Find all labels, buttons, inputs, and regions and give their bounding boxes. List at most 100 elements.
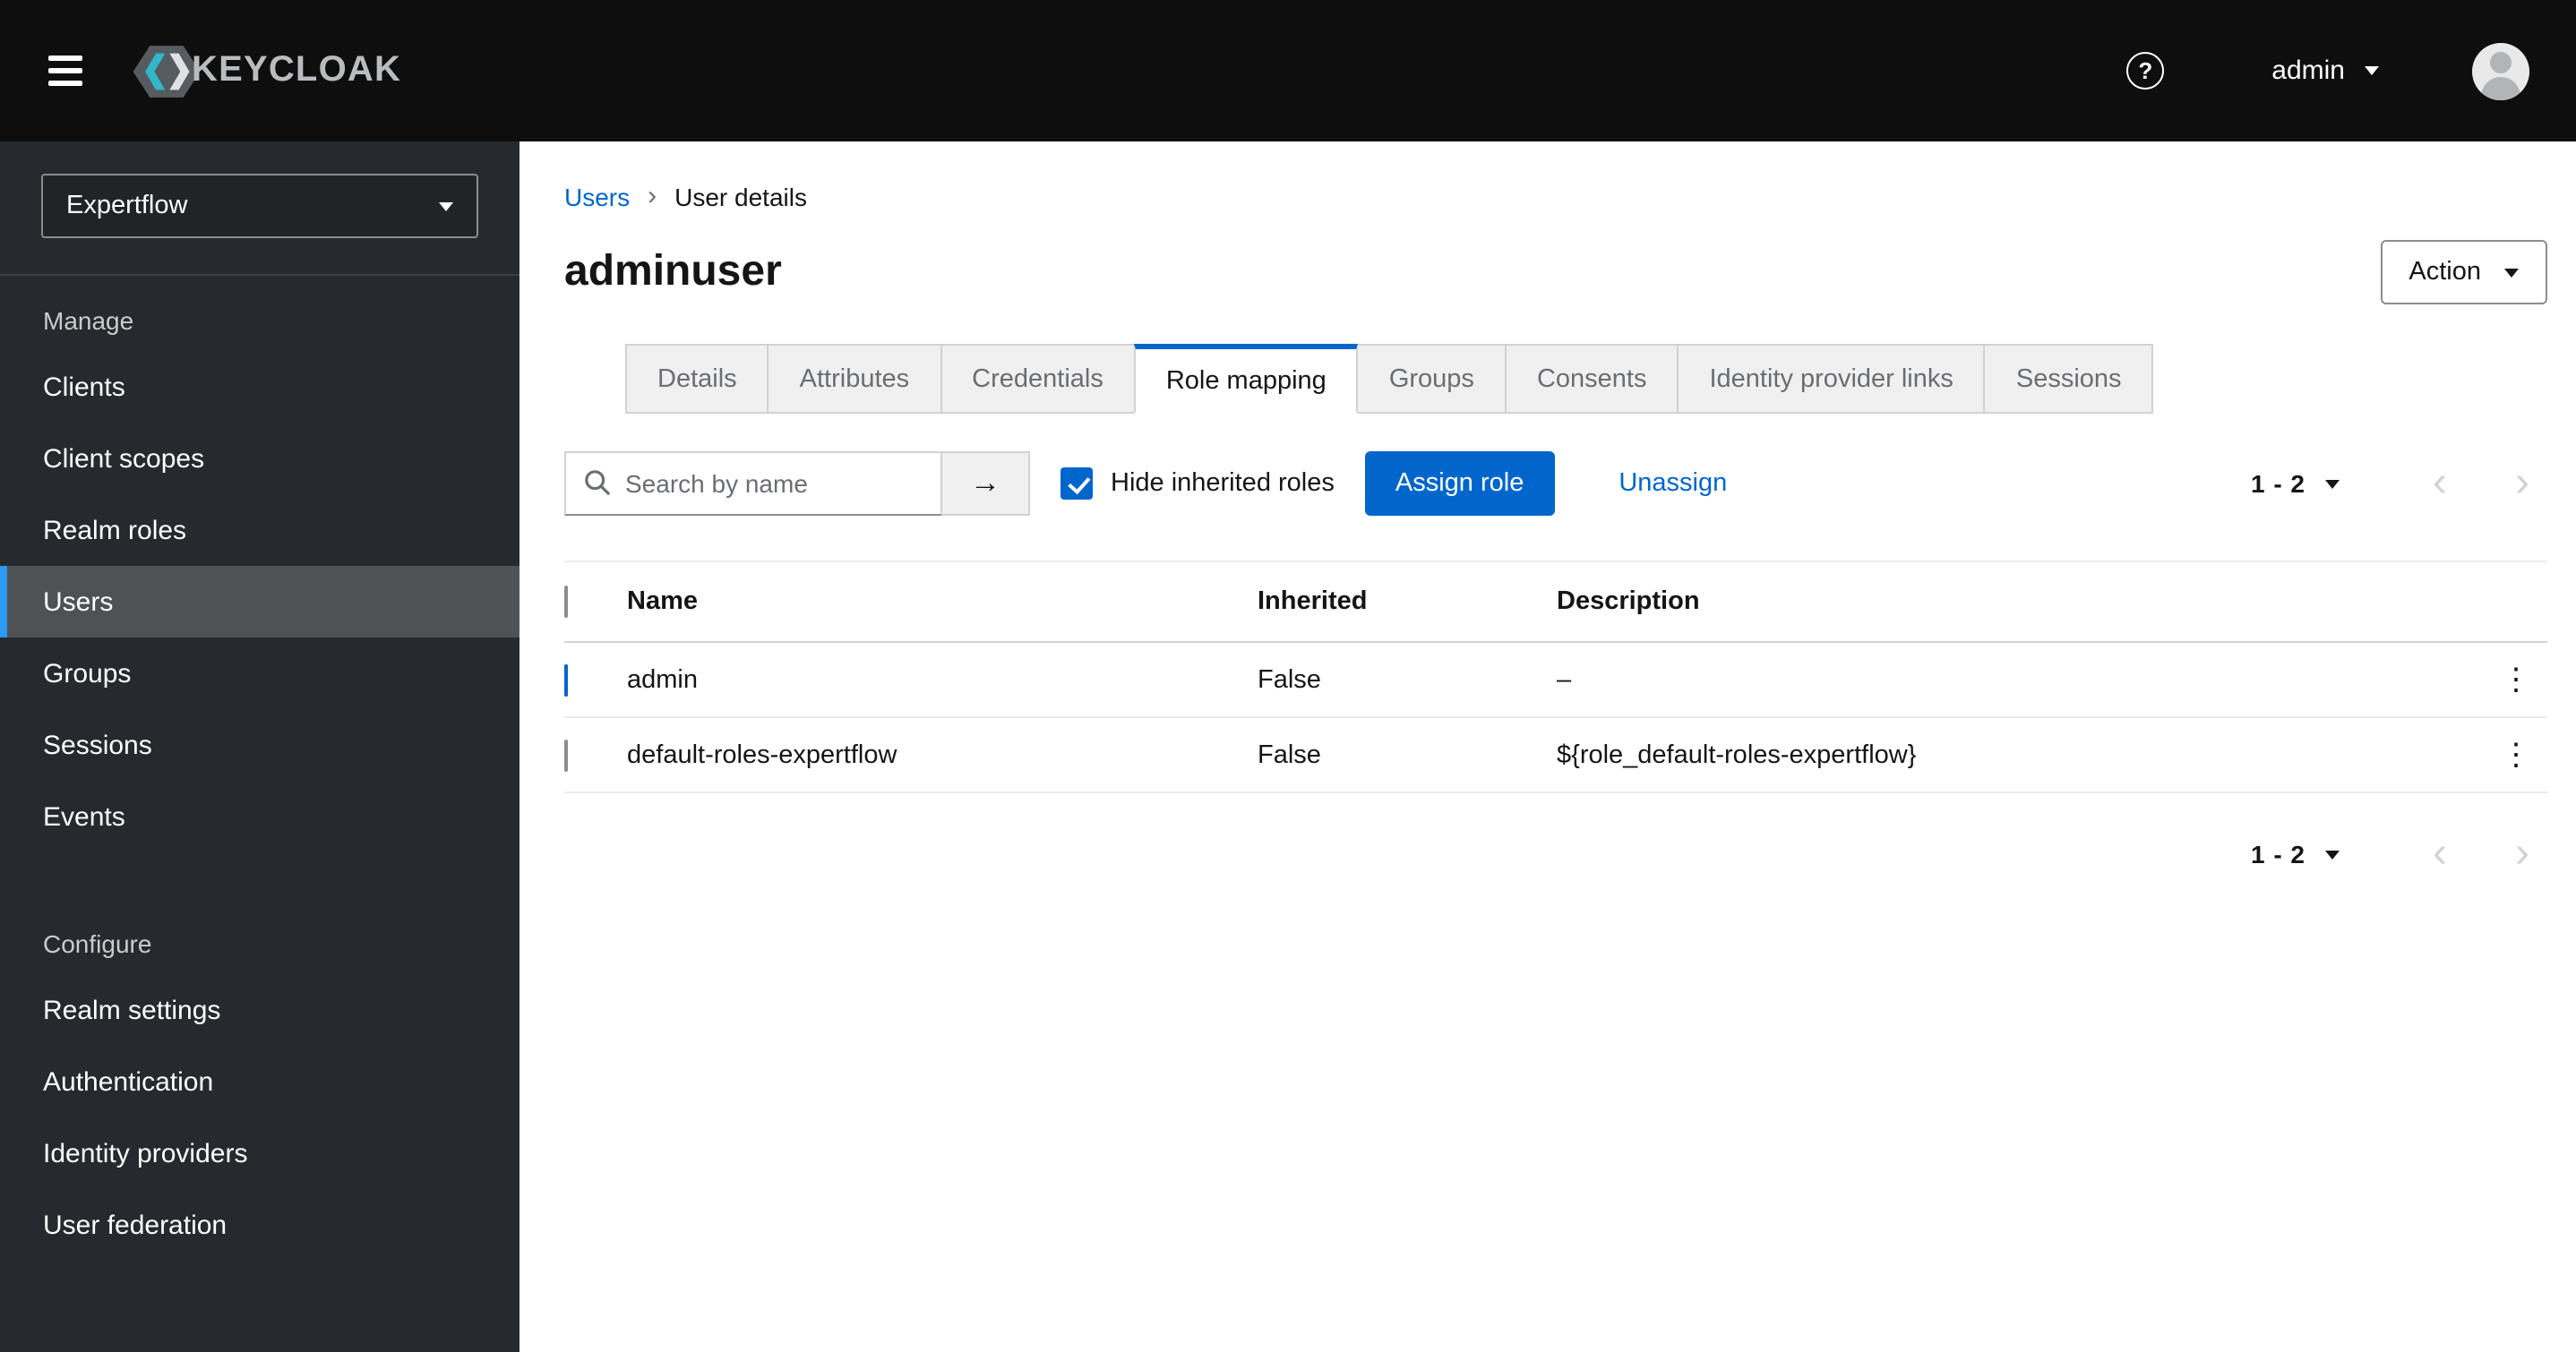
toolbar: → Hide inherited roles Assign role Unass…: [564, 451, 2547, 516]
breadcrumb-link-users[interactable]: Users: [564, 182, 630, 210]
sidebar-item-label: User federation: [43, 1210, 228, 1240]
tab-label: Details: [657, 364, 737, 393]
sidebar-item-users[interactable]: Users: [0, 566, 519, 637]
tab-label: Attributes: [799, 364, 910, 393]
pagination-range-label: 1 - 2: [2250, 840, 2306, 869]
hide-inherited-label: Hide inherited roles: [1111, 469, 1335, 498]
tab-sessions[interactable]: Sessions: [1983, 344, 2154, 414]
sidebar-item-client-scopes[interactable]: Client scopes: [0, 423, 519, 494]
sidebar-item-label: Users: [43, 586, 114, 617]
user-menu-label: admin: [2271, 56, 2345, 86]
role-name-cell: default-roles-expertflow: [627, 740, 897, 769]
nav-section-label-manage: Manage: [43, 306, 134, 335]
tab-identity-provider-links[interactable]: Identity provider links: [1677, 344, 1986, 414]
tab-consents[interactable]: Consents: [1504, 344, 1679, 414]
user-menu-button[interactable]: admin: [2271, 56, 2379, 86]
chevron-down-icon: [2325, 850, 2340, 859]
search-group: →: [564, 451, 1030, 516]
pagination-prev-button[interactable]: ‹: [2415, 832, 2465, 876]
tab-label: Identity provider links: [1709, 364, 1953, 393]
nav-section-label-configure: Configure: [43, 929, 152, 958]
sidebar-item-user-federation[interactable]: User federation: [0, 1189, 519, 1261]
nav-section-configure: Configure Realm settings Authentication …: [0, 899, 519, 1261]
row-actions-cell: ⋮: [2476, 661, 2547, 698]
tab-groups[interactable]: Groups: [1356, 344, 1507, 414]
tab-role-mapping[interactable]: Role mapping: [1133, 344, 1359, 414]
page-title: adminuser: [564, 247, 782, 295]
role-description-cell: ${role_default-roles-expertflow}: [1557, 740, 1917, 769]
sidebar-item-label: Clients: [43, 372, 125, 402]
pagination-range-label: 1 - 2: [2250, 469, 2306, 498]
realm-selector[interactable]: Expertflow: [41, 174, 478, 238]
sidebar-item-label: Client scopes: [43, 443, 205, 474]
pagination-next-button[interactable]: ›: [2497, 832, 2547, 876]
chevron-left-icon: ‹: [2433, 458, 2447, 507]
keycloak-logo: KEYCLOAK: [129, 40, 401, 101]
sidebar-item-groups[interactable]: Groups: [0, 637, 519, 709]
sidebar: Expertflow Manage Clients Client scopes …: [0, 141, 519, 1352]
sidebar-item-authentication[interactable]: Authentication: [0, 1046, 519, 1117]
sidebar-item-clients[interactable]: Clients: [0, 351, 519, 423]
realm-selector-value: Expertflow: [66, 192, 188, 220]
bottom-pagination: 1 - 2 ‹ ›: [564, 832, 2547, 876]
nav-section-manage: Manage Clients Client scopes Realm roles…: [0, 276, 519, 852]
row-checkbox[interactable]: [564, 663, 568, 696]
help-button[interactable]: ?: [2126, 52, 2165, 90]
nav-toggle-button[interactable]: [0, 0, 129, 141]
title-row: adminuser Action: [564, 240, 2547, 304]
column-header-inherited: Inherited: [1258, 587, 1368, 616]
row-check-cell: [564, 663, 627, 696]
action-dropdown-button[interactable]: Action: [2380, 240, 2547, 304]
hide-inherited-checkbox[interactable]: [1060, 467, 1093, 500]
hide-inherited-roles-control: Hide inherited roles: [1060, 467, 1335, 500]
assign-role-button[interactable]: Assign role: [1364, 451, 1555, 516]
chevron-right-icon: ›: [2515, 458, 2529, 507]
keycloak-admin-console: KEYCLOAK ? admin Expertflow Manage Clien…: [0, 0, 2576, 1352]
sidebar-item-events[interactable]: Events: [0, 781, 519, 852]
action-dropdown-label: Action: [2409, 258, 2481, 287]
arrow-right-icon: →: [970, 466, 1000, 500]
pagination-prev-button[interactable]: ‹: [2415, 461, 2465, 505]
row-checkbox[interactable]: [564, 739, 568, 771]
pagination-range-dropdown[interactable]: 1 - 2: [2251, 469, 2340, 498]
sidebar-item-label: Authentication: [43, 1066, 214, 1097]
tab-attributes[interactable]: Attributes: [767, 344, 942, 414]
search-input[interactable]: [564, 451, 942, 516]
sidebar-item-realm-roles[interactable]: Realm roles: [0, 494, 519, 566]
column-header-name: Name: [627, 587, 698, 616]
avatar[interactable]: [2472, 42, 2529, 99]
tab-credentials[interactable]: Credentials: [940, 344, 1136, 414]
tab-label: Sessions: [2015, 364, 2122, 393]
sidebar-item-realm-settings[interactable]: Realm settings: [0, 974, 519, 1046]
masthead: KEYCLOAK ? admin: [0, 0, 2576, 141]
select-all-cell: [564, 586, 627, 618]
search-submit-button[interactable]: →: [942, 451, 1030, 516]
unassign-link[interactable]: Unassign: [1619, 469, 1727, 498]
chevron-down-icon: [2365, 66, 2379, 75]
pagination-next-button[interactable]: ›: [2497, 461, 2547, 505]
role-inherited-cell: False: [1258, 740, 1321, 769]
tab-label: Role mapping: [1165, 366, 1327, 395]
tab-details[interactable]: Details: [625, 344, 769, 414]
column-header-description: Description: [1557, 587, 1700, 616]
select-all-checkbox[interactable]: [564, 586, 568, 618]
tab-label: Groups: [1388, 364, 1474, 393]
pagination-range-dropdown[interactable]: 1 - 2: [2251, 840, 2340, 869]
masthead-right: ? admin: [2126, 42, 2529, 99]
breadcrumb-current: User details: [674, 182, 807, 210]
sidebar-item-label: Identity providers: [43, 1138, 248, 1168]
breadcrumb: Users › User details: [564, 181, 2547, 211]
row-kebab-button[interactable]: ⋮: [2485, 736, 2547, 774]
sidebar-item-label: Realm settings: [43, 995, 221, 1025]
sidebar-item-sessions[interactable]: Sessions: [0, 709, 519, 781]
chevron-right-icon: ›: [2515, 829, 2529, 877]
sidebar-item-label: Sessions: [43, 730, 152, 760]
sidebar-item-label: Events: [43, 801, 125, 832]
top-pagination: 1 - 2 ‹ ›: [2251, 461, 2547, 505]
keycloak-logo-text: KEYCLOAK: [192, 50, 402, 90]
breadcrumb-separator-icon: ›: [648, 181, 657, 211]
row-kebab-button[interactable]: ⋮: [2485, 661, 2547, 698]
chevron-down-icon: [2325, 479, 2340, 488]
chevron-down-icon: [439, 201, 453, 210]
sidebar-item-identity-providers[interactable]: Identity providers: [0, 1117, 519, 1189]
